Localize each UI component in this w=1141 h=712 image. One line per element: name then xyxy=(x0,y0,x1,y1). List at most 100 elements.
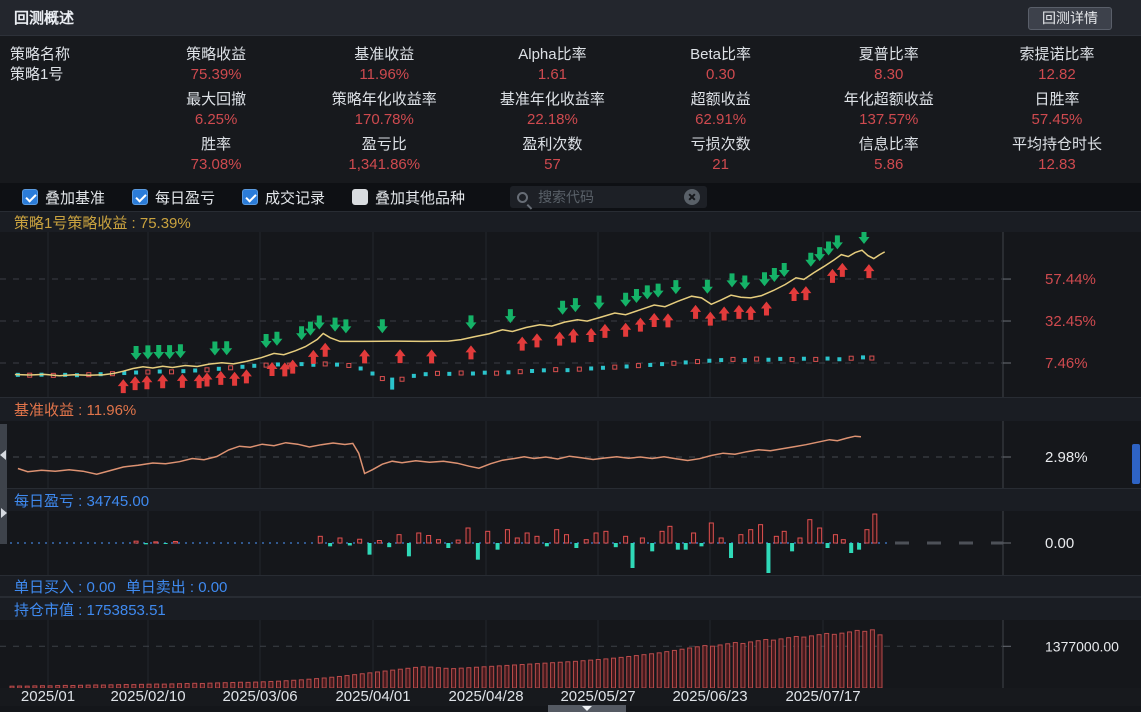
stat-label: 胜率 xyxy=(132,135,300,154)
stat-value: 1.61 xyxy=(468,64,636,86)
checkbox-icon[interactable] xyxy=(352,189,368,205)
benchmark-return-readout: 基准收益 : 11.96% xyxy=(14,399,136,420)
checkbox-daily-pnl[interactable]: 每日盈亏 xyxy=(132,187,215,208)
search-box[interactable] xyxy=(510,186,707,208)
stat-cell: 信息比率5.86 xyxy=(805,135,973,176)
stat-cell: 基准年化收益率22.18% xyxy=(468,90,636,131)
stat-cell: Alpha比率1.61 xyxy=(468,45,636,86)
stat-cell: 超额收益62.91% xyxy=(637,90,805,131)
benchmark-pane-title: 基准收益 : 11.96% xyxy=(0,397,1141,421)
strategy-pane-title: 策略1号策略收益 : 75.39% xyxy=(0,211,1141,232)
strategy-name-label: 策略名称 xyxy=(10,45,132,64)
strategy-returns-chart[interactable]: 57.44%32.45%7.46% xyxy=(0,232,1141,397)
stat-cell: 胜率73.08% xyxy=(132,135,300,176)
svg-text:2.98%: 2.98% xyxy=(1045,449,1088,466)
stat-label: 日胜率 xyxy=(973,90,1141,109)
x-axis: 2025/012025/02/102025/03/062025/04/01202… xyxy=(0,688,1141,706)
search-icon xyxy=(517,192,528,203)
stat-label: 基准收益 xyxy=(300,45,468,64)
stat-value: 1,341.86% xyxy=(300,154,468,176)
stat-value: 57.45% xyxy=(973,109,1141,131)
x-axis-tick: 2025/07/17 xyxy=(785,688,860,705)
title-bar: 回测概述 回测详情 xyxy=(0,0,1141,36)
stat-cell: 策略年化收益率170.78% xyxy=(300,90,468,131)
triangle-right-icon xyxy=(1,508,7,518)
svg-text:1377000.00: 1377000.00 xyxy=(1045,638,1119,654)
strategy-name-cell: 策略名称策略1号 xyxy=(0,45,132,86)
daily-pnl-chart[interactable]: 0.00 xyxy=(0,511,1141,575)
checkbox-overlay-other-symbols[interactable]: 叠加其他品种 xyxy=(352,187,465,208)
collapse-axis-handle[interactable] xyxy=(548,705,626,712)
stat-value: 22.18% xyxy=(468,109,636,131)
stat-value: 57 xyxy=(468,154,636,176)
stat-label: 信息比率 xyxy=(805,135,973,154)
stat-value: 170.78% xyxy=(300,109,468,131)
checkbox-icon[interactable] xyxy=(132,189,148,205)
strategy-return-readout: 策略1号策略收益 : 75.39% xyxy=(14,212,191,233)
stat-value: 12.82 xyxy=(973,64,1141,86)
toolbar: 叠加基准 每日盈亏 成交记录 叠加其他品种 xyxy=(0,183,1141,211)
stat-value: 137.57% xyxy=(805,109,973,131)
daily-buy-readout: 单日买入 : 0.00 xyxy=(14,576,116,597)
triangle-down-icon xyxy=(582,706,592,711)
x-axis-tick: 2025/05/27 xyxy=(560,688,635,705)
stat-value: 5.86 xyxy=(805,154,973,176)
stat-value: 6.25% xyxy=(132,109,300,131)
clear-search-icon[interactable] xyxy=(684,189,700,205)
daily-pnl-readout: 每日盈亏 : 34745.00 xyxy=(14,490,149,511)
stat-label: 盈亏比 xyxy=(300,135,468,154)
market-value-pane-title: 持仓市值 : 1753853.51 xyxy=(0,597,1141,620)
stat-cell: 盈亏比1,341.86% xyxy=(300,135,468,176)
stat-row: 胜率73.08%盈亏比1,341.86%盈利次数57亏损次数21信息比率5.86… xyxy=(0,135,1141,176)
stat-cell: 索提诺比率12.82 xyxy=(973,45,1141,86)
stat-value: 73.08% xyxy=(132,154,300,176)
checkbox-icon[interactable] xyxy=(242,189,258,205)
stat-value: 21 xyxy=(637,154,805,176)
x-axis-tick: 2025/04/28 xyxy=(448,688,523,705)
stat-label: Beta比率 xyxy=(637,45,805,64)
checkbox-trade-records[interactable]: 成交记录 xyxy=(242,187,325,208)
checkbox-label: 叠加基准 xyxy=(45,187,105,208)
stat-cell: 盈利次数57 xyxy=(468,135,636,176)
stat-label: 基准年化收益率 xyxy=(468,90,636,109)
stat-cell: 年化超额收益137.57% xyxy=(805,90,973,131)
stat-label: 策略年化收益率 xyxy=(300,90,468,109)
stat-label: Alpha比率 xyxy=(468,45,636,64)
pane-resize-handle[interactable] xyxy=(0,424,7,544)
stat-cell: 平均持仓时长12.83 xyxy=(973,135,1141,176)
stat-row: 策略名称策略1号策略收益75.39%基准收益11.96%Alpha比率1.61B… xyxy=(0,45,1141,86)
stat-value: 8.30 xyxy=(805,64,973,86)
x-axis-tick: 2025/01 xyxy=(21,688,75,705)
stat-label: 平均持仓时长 xyxy=(973,135,1141,154)
stat-value: 0.30 xyxy=(637,64,805,86)
market-value-readout: 持仓市值 : 1753853.51 xyxy=(14,599,166,620)
vertical-scrollbar-thumb[interactable] xyxy=(1132,444,1140,484)
checkbox-overlay-benchmark[interactable]: 叠加基准 xyxy=(22,187,105,208)
stat-label: 索提诺比率 xyxy=(973,45,1141,64)
benchmark-returns-chart[interactable]: 2.98% xyxy=(0,421,1141,488)
daily-pnl-pane-title: 每日盈亏 : 34745.00 xyxy=(0,488,1141,511)
stat-label: 超额收益 xyxy=(637,90,805,109)
page-title: 回测概述 xyxy=(14,7,74,28)
stat-label: 夏普比率 xyxy=(805,45,973,64)
checkbox-label: 每日盈亏 xyxy=(155,187,215,208)
market-value-chart[interactable]: 1377000.00 xyxy=(0,620,1141,688)
checkbox-icon[interactable] xyxy=(22,189,38,205)
stats-panel: 策略名称策略1号策略收益75.39%基准收益11.96%Alpha比率1.61B… xyxy=(0,36,1141,183)
checkbox-label: 成交记录 xyxy=(265,187,325,208)
stat-row: 最大回撤6.25%策略年化收益率170.78%基准年化收益率22.18%超额收益… xyxy=(0,90,1141,131)
stat-value: 11.96% xyxy=(300,64,468,86)
backtest-detail-button[interactable]: 回测详情 xyxy=(1028,7,1112,30)
strategy-name-value: 策略1号 xyxy=(10,64,132,86)
svg-text:32.45%: 32.45% xyxy=(1045,313,1096,330)
stat-value: 12.83 xyxy=(973,154,1141,176)
svg-text:57.44%: 57.44% xyxy=(1045,271,1096,288)
stat-value: 62.91% xyxy=(637,109,805,131)
stat-label: 年化超额收益 xyxy=(805,90,973,109)
search-input[interactable] xyxy=(536,188,684,206)
stat-label: 亏损次数 xyxy=(637,135,805,154)
x-axis-tick: 2025/06/23 xyxy=(672,688,747,705)
x-axis-tick: 2025/02/10 xyxy=(110,688,185,705)
x-axis-tick: 2025/04/01 xyxy=(335,688,410,705)
stat-cell: 最大回撤6.25% xyxy=(132,90,300,131)
